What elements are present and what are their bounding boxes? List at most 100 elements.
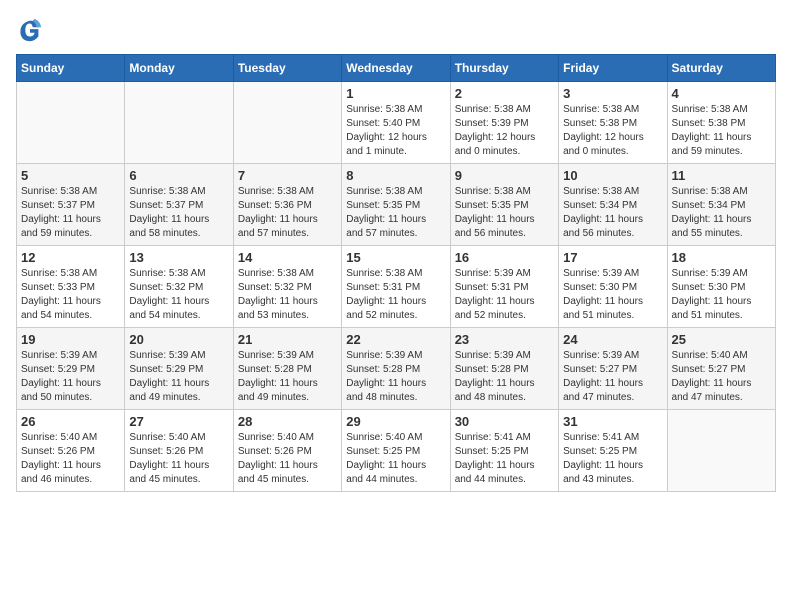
day-info: Sunrise: 5:38 AM Sunset: 5:32 PM Dayligh…: [238, 267, 337, 323]
calendar-cell: 5 Sunrise: 5:38 AM Sunset: 5:37 PM Daylig…: [17, 164, 125, 246]
calendar-cell: 2 Sunrise: 5:38 AM Sunset: 5:39 PM Daylig…: [450, 82, 558, 164]
day-number: 2: [455, 86, 554, 101]
calendar-week-1: 1 Sunrise: 5:38 AM Sunset: 5:40 PM Daylig…: [17, 82, 776, 164]
day-number: 20: [129, 332, 228, 347]
day-info: Sunrise: 5:38 AM Sunset: 5:33 PM Dayligh…: [21, 267, 120, 323]
day-info: Sunrise: 5:39 AM Sunset: 5:31 PM Dayligh…: [455, 267, 554, 323]
day-info: Sunrise: 5:38 AM Sunset: 5:34 PM Dayligh…: [672, 185, 771, 241]
day-number: 17: [563, 250, 662, 265]
calendar-cell: 8Sunrise: 5:38 AM Sunset: 5:35 PM Daylig…: [342, 164, 450, 246]
weekday-header-sunday: Sunday: [17, 55, 125, 82]
day-number: 18: [672, 250, 771, 265]
calendar-cell: 22Sunrise: 5:39 AM Sunset: 5:28 PM Dayli…: [342, 328, 450, 410]
calendar-header: SundayMondayTuesdayWednesdayThursdayFrid…: [17, 55, 776, 82]
day-number: 1: [346, 86, 445, 101]
day-number: 10: [563, 168, 662, 183]
day-number: 15: [346, 250, 445, 265]
calendar-cell: 24 Sunrise: 5:39 AM Sunset: 5:27 PM Dayli…: [559, 328, 667, 410]
calendar-table: SundayMondayTuesdayWednesdayThursdayFrid…: [16, 54, 776, 492]
day-number: 5: [21, 168, 120, 183]
day-number: 14: [238, 250, 337, 265]
weekday-header-wednesday: Wednesday: [342, 55, 450, 82]
calendar-week-4: 19 Sunrise: 5:39 AM Sunset: 5:29 PM Dayli…: [17, 328, 776, 410]
day-info: Sunrise: 5:38 AM Sunset: 5:40 PM Dayligh…: [346, 103, 445, 159]
calendar-cell: 28 Sunrise: 5:40 AM Sunset: 5:26 PM Dayli…: [233, 410, 341, 492]
calendar-cell: [125, 82, 233, 164]
day-number: 13: [129, 250, 228, 265]
day-number: 9: [455, 168, 554, 183]
calendar-cell: 1 Sunrise: 5:38 AM Sunset: 5:40 PM Daylig…: [342, 82, 450, 164]
calendar-cell: 31 Sunrise: 5:41 AM Sunset: 5:25 PM Dayli…: [559, 410, 667, 492]
calendar-cell: 3 Sunrise: 5:38 AM Sunset: 5:38 PM Daylig…: [559, 82, 667, 164]
calendar-cell: 9Sunrise: 5:38 AM Sunset: 5:35 PM Daylig…: [450, 164, 558, 246]
logo: [16, 16, 48, 44]
calendar-cell: 21Sunrise: 5:39 AM Sunset: 5:28 PM Dayli…: [233, 328, 341, 410]
day-info: Sunrise: 5:38 AM Sunset: 5:39 PM Dayligh…: [455, 103, 554, 159]
day-number: 30: [455, 414, 554, 429]
calendar-cell: 27 Sunrise: 5:40 AM Sunset: 5:26 PM Dayli…: [125, 410, 233, 492]
weekday-header-friday: Friday: [559, 55, 667, 82]
calendar-cell: 15 Sunrise: 5:38 AM Sunset: 5:31 PM Dayli…: [342, 246, 450, 328]
calendar-cell: 4Sunrise: 5:38 AM Sunset: 5:38 PM Daylig…: [667, 82, 775, 164]
day-info: Sunrise: 5:39 AM Sunset: 5:29 PM Dayligh…: [21, 349, 120, 405]
weekday-header-tuesday: Tuesday: [233, 55, 341, 82]
day-info: Sunrise: 5:40 AM Sunset: 5:26 PM Dayligh…: [21, 431, 120, 487]
weekday-header-row: SundayMondayTuesdayWednesdayThursdayFrid…: [17, 55, 776, 82]
day-info: Sunrise: 5:39 AM Sunset: 5:29 PM Dayligh…: [129, 349, 228, 405]
day-number: 6: [129, 168, 228, 183]
day-info: Sunrise: 5:38 AM Sunset: 5:37 PM Dayligh…: [129, 185, 228, 241]
weekday-header-thursday: Thursday: [450, 55, 558, 82]
day-number: 19: [21, 332, 120, 347]
calendar-cell: 16Sunrise: 5:39 AM Sunset: 5:31 PM Dayli…: [450, 246, 558, 328]
day-info: Sunrise: 5:38 AM Sunset: 5:34 PM Dayligh…: [563, 185, 662, 241]
calendar-cell: 30Sunrise: 5:41 AM Sunset: 5:25 PM Dayli…: [450, 410, 558, 492]
calendar-cell: [667, 410, 775, 492]
calendar-cell: 11 Sunrise: 5:38 AM Sunset: 5:34 PM Dayli…: [667, 164, 775, 246]
day-info: Sunrise: 5:38 AM Sunset: 5:37 PM Dayligh…: [21, 185, 120, 241]
day-number: 29: [346, 414, 445, 429]
calendar-cell: 6 Sunrise: 5:38 AM Sunset: 5:37 PM Daylig…: [125, 164, 233, 246]
day-number: 12: [21, 250, 120, 265]
day-number: 27: [129, 414, 228, 429]
calendar-body: 1 Sunrise: 5:38 AM Sunset: 5:40 PM Daylig…: [17, 82, 776, 492]
calendar-cell: [233, 82, 341, 164]
day-number: 28: [238, 414, 337, 429]
day-info: Sunrise: 5:38 AM Sunset: 5:38 PM Dayligh…: [563, 103, 662, 159]
day-number: 11: [672, 168, 771, 183]
day-number: 7: [238, 168, 337, 183]
calendar-cell: 20 Sunrise: 5:39 AM Sunset: 5:29 PM Dayli…: [125, 328, 233, 410]
day-info: Sunrise: 5:38 AM Sunset: 5:32 PM Dayligh…: [129, 267, 228, 323]
calendar-cell: [17, 82, 125, 164]
day-info: Sunrise: 5:40 AM Sunset: 5:26 PM Dayligh…: [238, 431, 337, 487]
calendar-week-3: 12 Sunrise: 5:38 AM Sunset: 5:33 PM Dayli…: [17, 246, 776, 328]
calendar-cell: 29 Sunrise: 5:40 AM Sunset: 5:25 PM Dayli…: [342, 410, 450, 492]
calendar-cell: 14 Sunrise: 5:38 AM Sunset: 5:32 PM Dayli…: [233, 246, 341, 328]
day-info: Sunrise: 5:38 AM Sunset: 5:38 PM Dayligh…: [672, 103, 771, 159]
day-info: Sunrise: 5:38 AM Sunset: 5:31 PM Dayligh…: [346, 267, 445, 323]
calendar-week-2: 5 Sunrise: 5:38 AM Sunset: 5:37 PM Daylig…: [17, 164, 776, 246]
day-number: 22: [346, 332, 445, 347]
logo-icon: [16, 16, 44, 44]
day-info: Sunrise: 5:41 AM Sunset: 5:25 PM Dayligh…: [563, 431, 662, 487]
calendar-cell: 10 Sunrise: 5:38 AM Sunset: 5:34 PM Dayli…: [559, 164, 667, 246]
calendar-cell: 12 Sunrise: 5:38 AM Sunset: 5:33 PM Dayli…: [17, 246, 125, 328]
calendar-cell: 23Sunrise: 5:39 AM Sunset: 5:28 PM Dayli…: [450, 328, 558, 410]
day-number: 8: [346, 168, 445, 183]
day-info: Sunrise: 5:39 AM Sunset: 5:30 PM Dayligh…: [672, 267, 771, 323]
calendar-cell: 13 Sunrise: 5:38 AM Sunset: 5:32 PM Dayli…: [125, 246, 233, 328]
day-info: Sunrise: 5:38 AM Sunset: 5:36 PM Dayligh…: [238, 185, 337, 241]
day-number: 3: [563, 86, 662, 101]
calendar-cell: 25Sunrise: 5:40 AM Sunset: 5:27 PM Dayli…: [667, 328, 775, 410]
day-number: 21: [238, 332, 337, 347]
day-info: Sunrise: 5:40 AM Sunset: 5:27 PM Dayligh…: [672, 349, 771, 405]
calendar-cell: 26 Sunrise: 5:40 AM Sunset: 5:26 PM Dayli…: [17, 410, 125, 492]
calendar-cell: 7 Sunrise: 5:38 AM Sunset: 5:36 PM Daylig…: [233, 164, 341, 246]
day-info: Sunrise: 5:40 AM Sunset: 5:25 PM Dayligh…: [346, 431, 445, 487]
day-number: 26: [21, 414, 120, 429]
calendar-cell: 19 Sunrise: 5:39 AM Sunset: 5:29 PM Dayli…: [17, 328, 125, 410]
calendar-cell: 18 Sunrise: 5:39 AM Sunset: 5:30 PM Dayli…: [667, 246, 775, 328]
day-info: Sunrise: 5:39 AM Sunset: 5:27 PM Dayligh…: [563, 349, 662, 405]
day-number: 24: [563, 332, 662, 347]
day-number: 31: [563, 414, 662, 429]
day-info: Sunrise: 5:40 AM Sunset: 5:26 PM Dayligh…: [129, 431, 228, 487]
